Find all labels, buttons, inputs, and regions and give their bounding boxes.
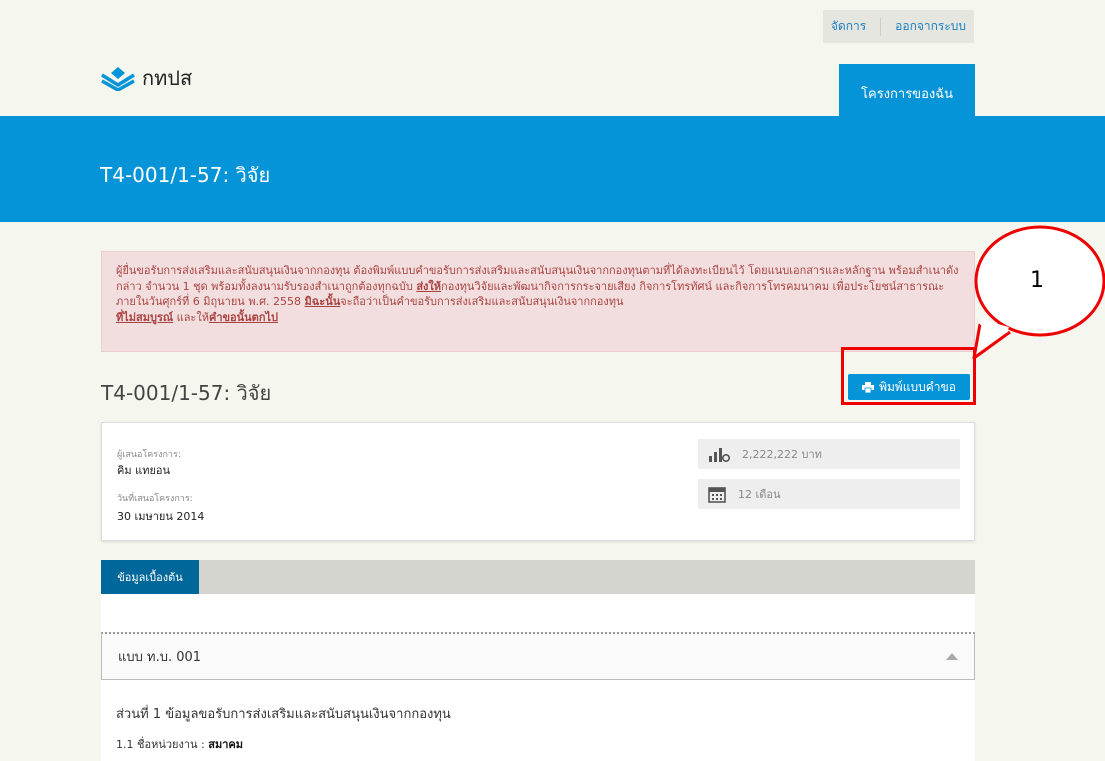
header-banner: T4-001/1-57: วิจัย <box>0 116 1105 222</box>
org-name-value: สมาคม <box>208 738 243 751</box>
section-title: ส่วนที่ 1 ข้อมูลขอรับการส่งเสริมและสนับส… <box>116 707 451 722</box>
divider <box>880 17 882 36</box>
annotation-callout-bubble <box>972 225 1105 360</box>
date-value: 30 เมษายน 2014 <box>117 510 205 523</box>
nav-my-projects[interactable]: โครงการของฉัน <box>839 64 975 116</box>
alert-link-otherwise[interactable]: มิฉะนั้น <box>305 295 341 308</box>
logout-link[interactable]: ออกจากระบบ <box>895 17 966 36</box>
form-accordion-header[interactable]: แบบ ท.บ. 001 <box>101 632 975 680</box>
proposer-value: คิม แทยอน <box>117 464 171 477</box>
org-name-field: 1.1 ชื่อหน่วยงาน : สมาคม <box>116 735 243 753</box>
calendar-icon <box>708 487 726 503</box>
banner-title: T4-001/1-57: วิจัย <box>100 163 271 187</box>
alert-link-send[interactable]: ส่งให้ <box>416 280 441 293</box>
alert-text: และให้ <box>173 310 209 324</box>
duration-stat: 12 เดือน <box>698 479 960 509</box>
duration-value: 12 เดือน <box>738 488 781 501</box>
warning-alert: ผู้ยื่นขอรับการส่งเสริมและสนับสนุนเงินจา… <box>101 251 975 352</box>
project-info-card: ผู้เสนอโครงการ: คิม แทยอน วันที่เสนอโครง… <box>101 422 975 541</box>
org-name-label: 1.1 ชื่อหน่วยงาน : <box>116 738 205 751</box>
top-utility-bar: จัดการ ออกจากระบบ <box>822 10 974 43</box>
tabs-bar <box>101 560 975 594</box>
budget-value: 2,222,222 บาท <box>742 448 822 461</box>
stacked-chevron-logo-icon <box>101 67 135 91</box>
alert-link-rejected[interactable]: คำขอนั้นตกไป <box>209 311 278 324</box>
alert-link-incomplete[interactable]: ที่ไม่สมบูรณ์ <box>116 311 173 324</box>
alert-text: จะถือว่าเป็นคำขอรับการส่งเสริมและสนับสนุ… <box>340 295 624 308</box>
page-title: T4-001/1-57: วิจัย <box>101 381 272 405</box>
collapse-caret-icon <box>946 653 958 660</box>
budget-bars-icon <box>709 448 730 462</box>
date-label: วันที่เสนอโครงการ: <box>117 494 193 504</box>
site-logo[interactable]: กทปส <box>100 62 192 94</box>
tab-basic-info[interactable]: ข้อมูลเบื้องต้น <box>101 560 199 594</box>
proposer-label: ผู้เสนอโครงการ: <box>117 450 181 460</box>
manage-link[interactable]: จัดการ <box>831 17 866 36</box>
logo-text: กทปส <box>142 66 193 90</box>
annotation-number: 1 <box>1030 268 1044 293</box>
budget-stat: 2,222,222 บาท <box>698 439 960 469</box>
accordion-title: แบบ ท.บ. 001 <box>118 650 202 665</box>
